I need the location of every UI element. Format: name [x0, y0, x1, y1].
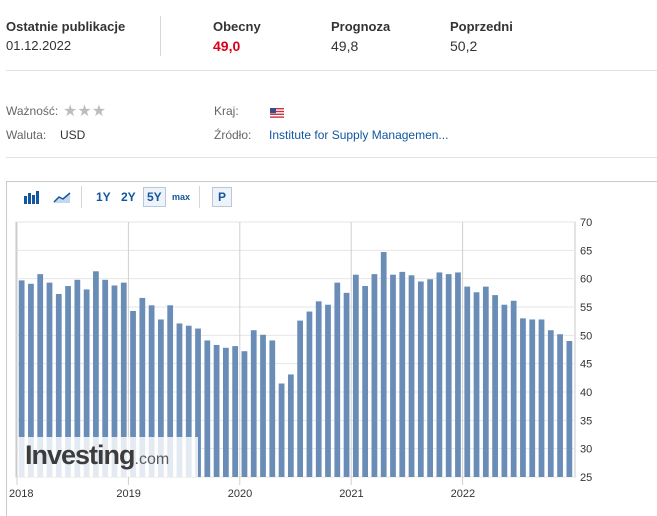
bar [250, 330, 257, 477]
bar [417, 281, 424, 477]
x-tick-label: 2020 [228, 488, 252, 500]
bar [325, 304, 331, 477]
x-tick-label: 2021 [339, 488, 363, 500]
y-tick-label: 60 [580, 274, 592, 286]
bar [223, 347, 229, 477]
bar [362, 286, 369, 477]
x-tick-label: 2022 [451, 488, 475, 500]
bar [380, 252, 387, 477]
bar [427, 279, 433, 477]
y-tick-label: 30 [580, 444, 592, 456]
y-tick-label: 65 [580, 245, 592, 257]
bar [510, 300, 517, 477]
bar [371, 274, 378, 477]
y-tick-label: 70 [580, 217, 592, 229]
bar [473, 292, 480, 477]
bar [269, 340, 276, 477]
x-tick-label: 2018 [9, 488, 33, 500]
bar [399, 271, 406, 477]
bar [213, 344, 220, 477]
investing-logo: Investing.com [25, 440, 169, 471]
y-tick-label: 55 [580, 302, 592, 314]
bar [538, 319, 545, 477]
brand-suffix: .com [134, 451, 170, 468]
bar [352, 274, 359, 477]
bar [232, 346, 239, 477]
bar [464, 286, 471, 477]
bar [547, 330, 554, 477]
bar [315, 301, 322, 477]
bar [566, 341, 573, 477]
x-tick-label: 2019 [116, 488, 140, 500]
brand-text: Investing [25, 440, 136, 470]
y-tick-label: 50 [580, 330, 592, 342]
bar [306, 311, 313, 477]
y-tick-label: 25 [580, 472, 592, 484]
bar [334, 282, 341, 477]
bar [557, 334, 563, 477]
y-tick-label: 40 [580, 387, 592, 399]
bar [492, 295, 498, 477]
bar [287, 374, 294, 477]
bar [436, 272, 443, 477]
bar [241, 351, 248, 477]
y-tick-label: 45 [580, 359, 592, 371]
bar [501, 304, 508, 477]
bar [278, 383, 285, 477]
bar [297, 320, 304, 477]
bar [529, 319, 536, 477]
bar [482, 286, 489, 477]
bar [343, 292, 350, 477]
bar [455, 272, 461, 477]
bar [204, 340, 211, 477]
bar [520, 318, 526, 477]
bar [408, 275, 415, 477]
bar [260, 334, 266, 477]
bar [445, 274, 452, 477]
y-tick-label: 35 [580, 415, 592, 427]
bar [390, 274, 396, 477]
